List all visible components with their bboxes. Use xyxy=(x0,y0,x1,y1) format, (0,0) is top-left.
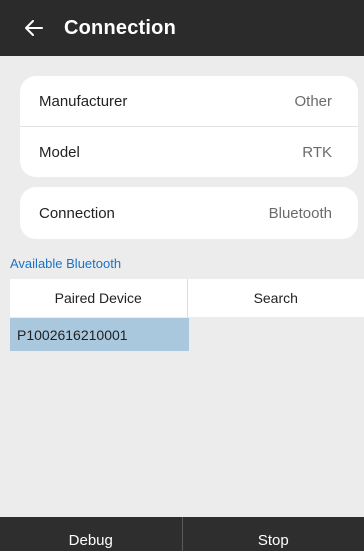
bluetooth-tabs: Paired Device Search xyxy=(10,279,364,317)
debug-button[interactable]: Debug xyxy=(0,517,182,551)
tab-search[interactable]: Search xyxy=(186,279,364,317)
available-bluetooth-label: Available Bluetooth xyxy=(10,256,122,271)
model-label: Model xyxy=(39,143,80,161)
manufacturer-label: Manufacturer xyxy=(39,92,128,110)
stop-button[interactable]: Stop xyxy=(181,517,364,551)
connection-row[interactable]: Connection Bluetooth xyxy=(20,187,358,239)
connection-value: Bluetooth xyxy=(268,204,332,222)
tab-paired-device[interactable]: Paired Device xyxy=(10,279,187,317)
page-title: Connection xyxy=(64,16,176,39)
model-value: RTK xyxy=(302,143,332,161)
manufacturer-value: Other xyxy=(294,92,332,110)
back-button[interactable] xyxy=(12,0,56,56)
list-item[interactable]: P1002616210001 xyxy=(10,318,189,351)
arrow-left-icon xyxy=(25,20,43,36)
manufacturer-row[interactable]: Manufacturer Other xyxy=(20,76,358,126)
bottom-action-bar: Debug Stop xyxy=(0,517,364,551)
connection-label: Connection xyxy=(39,204,115,222)
top-app-bar: Connection xyxy=(0,0,364,56)
bluetooth-device-list: P1002616210001 xyxy=(10,318,364,516)
device-settings-card: Manufacturer Other Model RTK xyxy=(20,76,358,177)
model-row[interactable]: Model RTK xyxy=(20,126,358,177)
connection-card: Connection Bluetooth xyxy=(20,187,358,239)
